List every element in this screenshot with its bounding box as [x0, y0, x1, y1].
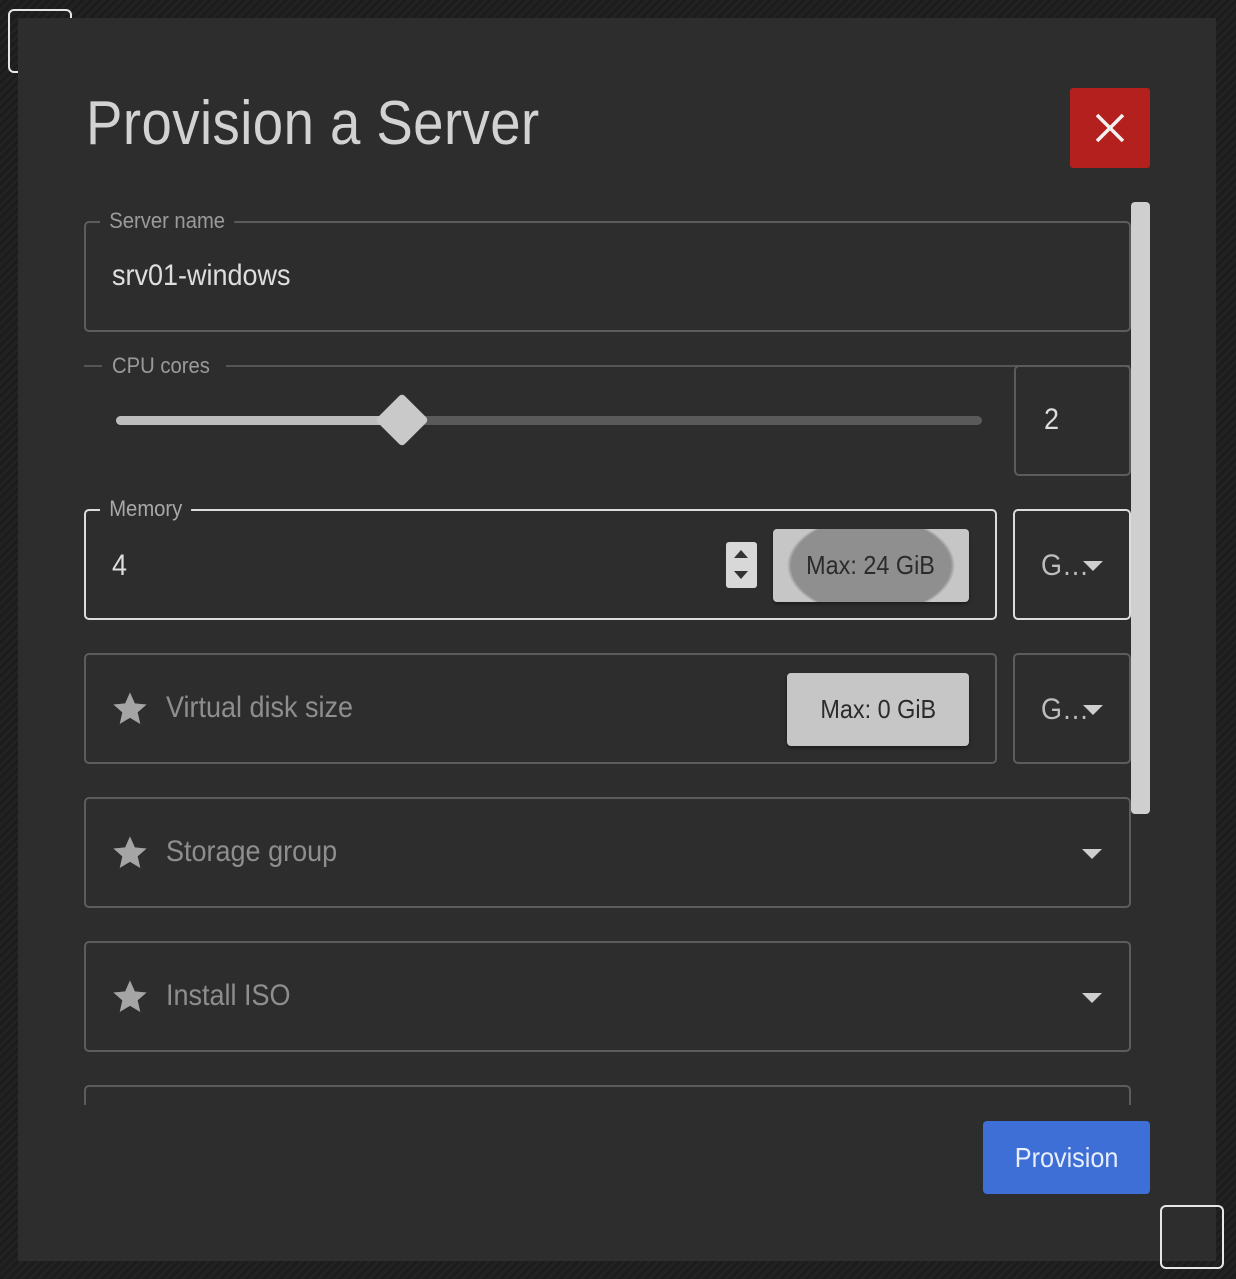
server-name-label: Server name — [100, 207, 235, 235]
install-iso-placeholder: Install ISO — [166, 979, 291, 1012]
chevron-down-icon — [1083, 561, 1103, 571]
cpu-cores-input[interactable]: 2 — [1014, 365, 1131, 476]
chevron-down-icon — [1083, 705, 1103, 715]
cpu-cores-outline — [84, 365, 1130, 367]
provision-button[interactable]: Provision — [983, 1121, 1150, 1194]
memory-unit-value: G… — [1041, 549, 1090, 582]
server-name-field[interactable]: Server name srv01-windows — [84, 207, 1131, 332]
decrement-icon[interactable] — [734, 571, 748, 579]
disk-unit-value: G… — [1041, 693, 1090, 726]
provision-button-label: Provision — [1014, 1142, 1119, 1173]
memory-spinner[interactable] — [726, 542, 757, 588]
memory-max-label: Max: 24 GiB — [806, 550, 936, 580]
memory-value: 4 — [112, 549, 128, 582]
memory-label: Memory — [100, 495, 192, 523]
cpu-cores-slider-fill — [116, 416, 402, 425]
storage-group-placeholder: Storage group — [166, 835, 338, 868]
focus-indicator-bottom-right — [1160, 1205, 1224, 1269]
star-icon — [113, 836, 147, 868]
chevron-down-icon — [1082, 849, 1102, 859]
virtual-disk-size-placeholder: Virtual disk size — [166, 691, 354, 724]
next-field-partial — [84, 1085, 1131, 1105]
disk-max-chip[interactable]: Max: 0 GiB — [787, 673, 969, 746]
memory-max-chip[interactable]: Max: 24 GiB — [773, 529, 969, 602]
increment-icon[interactable] — [734, 550, 748, 558]
close-button[interactable] — [1070, 88, 1150, 168]
storage-group-select[interactable]: Storage group — [84, 797, 1131, 908]
close-icon — [1095, 113, 1125, 143]
star-icon — [113, 980, 147, 1012]
server-name-value: srv01-windows — [112, 259, 291, 292]
disk-max-label: Max: 0 GiB — [820, 694, 936, 724]
star-icon — [113, 692, 147, 724]
scrollbar[interactable] — [1131, 202, 1150, 814]
dialog-title: Provision a Server — [86, 89, 540, 158]
cpu-cores-slider[interactable] — [116, 393, 982, 447]
cpu-cores-value: 2 — [1044, 403, 1060, 436]
disk-unit-select[interactable]: G… — [1013, 653, 1131, 764]
chevron-down-icon — [1082, 993, 1102, 1003]
install-iso-select[interactable]: Install ISO — [84, 941, 1131, 1052]
provision-dialog — [18, 18, 1216, 1261]
memory-unit-select[interactable]: G… — [1013, 509, 1131, 620]
cpu-cores-label: CPU cores — [112, 353, 210, 378]
